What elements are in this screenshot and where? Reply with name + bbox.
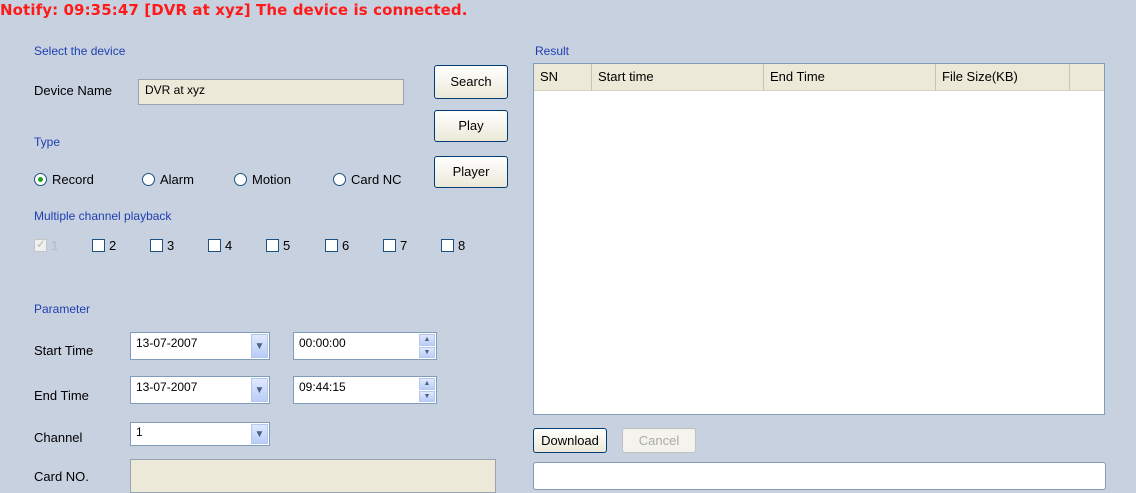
channel-select[interactable]: 1 ▼ bbox=[130, 422, 270, 446]
parameter-title: Parameter bbox=[34, 302, 91, 316]
channel-checkbox-5[interactable]: 5 bbox=[266, 238, 290, 253]
end-time-label: End Time bbox=[34, 388, 89, 403]
result-table[interactable]: SN Start time End Time File Size(KB) bbox=[533, 63, 1105, 415]
start-time-label: Start Time bbox=[34, 343, 94, 358]
column-header-sn[interactable]: SN bbox=[534, 64, 592, 90]
chevron-down-icon[interactable]: ▼ bbox=[251, 378, 268, 402]
spin-up-icon[interactable]: ▲ bbox=[419, 378, 435, 390]
checkbox-7[interactable] bbox=[383, 239, 396, 252]
type-option-label: Motion bbox=[252, 172, 292, 187]
channel-select-value: 1 bbox=[136, 425, 143, 439]
device-name-label: Device Name bbox=[34, 83, 113, 98]
chevron-down-icon[interactable]: ▼ bbox=[251, 334, 268, 358]
checkbox-5[interactable] bbox=[266, 239, 279, 252]
start-date-value: 13-07-2007 bbox=[136, 336, 198, 350]
result-title: Result bbox=[535, 44, 570, 58]
channel-label: 3 bbox=[167, 238, 175, 253]
radio-motion[interactable] bbox=[234, 173, 247, 186]
type-title: Type bbox=[34, 135, 61, 149]
channel-label: 1 bbox=[51, 238, 59, 253]
channel-label: Channel bbox=[34, 430, 83, 445]
multi-channel-title: Multiple channel playback bbox=[34, 209, 172, 223]
channel-checkbox-6[interactable]: 6 bbox=[325, 238, 349, 253]
notify-message: Notify: 09:35:47 [DVR at xyz] The device… bbox=[0, 1, 468, 19]
result-table-header: SN Start time End Time File Size(KB) bbox=[534, 64, 1104, 91]
player-button[interactable]: Player bbox=[434, 156, 508, 188]
checkbox-2[interactable] bbox=[92, 239, 105, 252]
card-no-field[interactable] bbox=[130, 459, 496, 493]
search-button[interactable]: Search bbox=[434, 65, 508, 99]
select-device-title: Select the device bbox=[34, 44, 126, 58]
radio-record[interactable] bbox=[34, 173, 47, 186]
checkbox-3[interactable] bbox=[150, 239, 163, 252]
play-button[interactable]: Play bbox=[434, 110, 508, 142]
spin-down-icon[interactable]: ▼ bbox=[419, 346, 435, 358]
channel-checkbox-4[interactable]: 4 bbox=[208, 238, 232, 253]
end-time-spinner[interactable]: 09:44:15 ▲ ▼ bbox=[293, 376, 437, 404]
channel-label: 5 bbox=[283, 238, 291, 253]
type-option-label: Alarm bbox=[160, 172, 194, 187]
channel-checkbox-2[interactable]: 2 bbox=[92, 238, 116, 253]
start-time-spinner[interactable]: 00:00:00 ▲ ▼ bbox=[293, 332, 437, 360]
type-option-record[interactable]: Record bbox=[34, 172, 94, 187]
channel-label: 7 bbox=[400, 238, 408, 253]
radio-alarm[interactable] bbox=[142, 173, 155, 186]
channel-checkbox-8[interactable]: 8 bbox=[441, 238, 465, 253]
end-time-value: 09:44:15 bbox=[299, 380, 346, 394]
channel-label: 2 bbox=[109, 238, 117, 253]
channel-checkbox-1: 1 bbox=[34, 237, 59, 253]
checkbox-4[interactable] bbox=[208, 239, 221, 252]
download-button[interactable]: Download bbox=[533, 428, 607, 453]
end-date-value: 13-07-2007 bbox=[136, 380, 198, 394]
channel-label: 4 bbox=[225, 238, 233, 253]
type-option-card[interactable]: Card NC bbox=[333, 172, 402, 187]
checkbox-6[interactable] bbox=[325, 239, 338, 252]
checkbox-1 bbox=[34, 237, 47, 252]
spin-up-icon[interactable]: ▲ bbox=[419, 334, 435, 346]
radio-card[interactable] bbox=[333, 173, 346, 186]
column-header-end-time[interactable]: End Time bbox=[764, 64, 936, 90]
type-option-alarm[interactable]: Alarm bbox=[142, 172, 194, 187]
channel-label: 8 bbox=[458, 238, 466, 253]
start-time-value: 00:00:00 bbox=[299, 336, 346, 350]
checkbox-8[interactable] bbox=[441, 239, 454, 252]
column-header-file-size[interactable]: File Size(KB) bbox=[936, 64, 1070, 90]
chevron-down-icon[interactable]: ▼ bbox=[251, 424, 268, 444]
cancel-button: Cancel bbox=[622, 428, 696, 453]
channel-label: 6 bbox=[342, 238, 350, 253]
channel-checkbox-7[interactable]: 7 bbox=[383, 238, 407, 253]
type-option-motion[interactable]: Motion bbox=[234, 172, 291, 187]
column-header-start-time[interactable]: Start time bbox=[592, 64, 764, 90]
end-date-picker[interactable]: 13-07-2007 ▼ bbox=[130, 376, 270, 404]
channel-checkbox-3[interactable]: 3 bbox=[150, 238, 174, 253]
spin-down-icon[interactable]: ▼ bbox=[419, 390, 435, 402]
type-option-label: Record bbox=[52, 172, 94, 187]
start-date-picker[interactable]: 13-07-2007 ▼ bbox=[130, 332, 270, 360]
download-progress-bar bbox=[533, 462, 1106, 490]
device-name-field[interactable]: DVR at xyz bbox=[138, 79, 404, 105]
card-no-label: Card NO. bbox=[34, 469, 89, 484]
type-option-label: Card NC bbox=[351, 172, 402, 187]
